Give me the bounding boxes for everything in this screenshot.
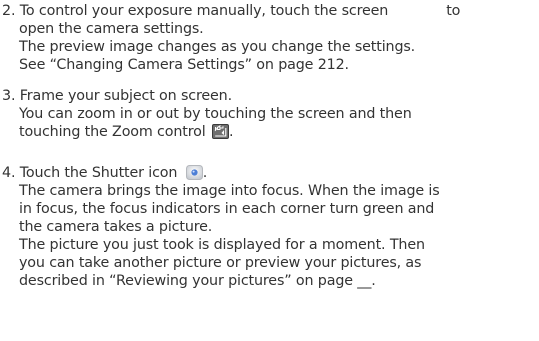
step-2-line-2: open the camera settings. [19, 21, 204, 37]
step-text: . [202, 165, 208, 181]
step-text: Frame your subject on screen. [19, 88, 232, 104]
step-4-line-7: described in “Reviewing your pictures” o… [19, 273, 376, 289]
step-2-line-4: See “Changing Camera Settings” on page 2… [19, 57, 349, 73]
step-2-line-3: The preview image changes as you change … [19, 39, 416, 55]
step-4-line-6: you can take another picture or preview … [19, 255, 422, 271]
step-text: to [446, 3, 461, 19]
step-number: 3. [2, 88, 16, 104]
step-3-line-2: You can zoom in or out by touching the s… [19, 106, 412, 122]
step-text: Touch the Shutter icon [19, 165, 178, 181]
shutter-icon [185, 165, 203, 180]
step-4-line-2: The camera brings the image into focus. … [19, 183, 440, 199]
step-4-line-5: The picture you just took is displayed f… [19, 237, 425, 253]
step-2-line-1: 2. To control your exposure manually, to… [2, 3, 460, 21]
step-4-line-4: the camera takes a picture. [19, 219, 213, 235]
step-text: To control your exposure manually, touch… [19, 3, 389, 19]
step-3-line-3: touching the Zoom control . [19, 124, 234, 142]
step-text: touching the Zoom control [19, 124, 206, 140]
zoom-control-icon [211, 124, 229, 139]
step-3-line-1: 3. Frame your subject on screen. [2, 88, 232, 106]
step-number: 4. [2, 165, 16, 181]
step-text: . [228, 124, 234, 140]
instruction-document: 2. To control your exposure manually, to… [0, 0, 539, 341]
step-number: 2. [2, 3, 16, 19]
step-4-line-3: in focus, the focus indicators in each c… [19, 201, 435, 217]
step-4-line-1: 4. Touch the Shutter icon . [2, 165, 207, 183]
